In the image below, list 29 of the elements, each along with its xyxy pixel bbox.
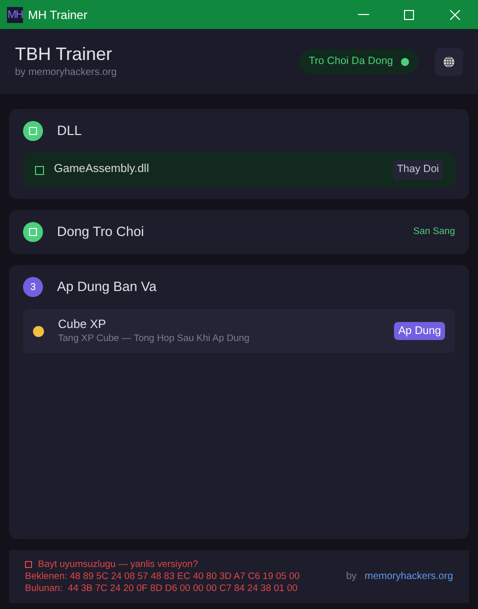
file-icon [35,166,44,174]
window-title: MH Trainer [28,6,88,24]
apply-button[interactable]: Ap Dung [394,322,445,340]
close-icon [450,10,460,20]
step-title: Dong Tro Choi [57,222,144,241]
minimize-icon [358,14,368,15]
app-title: TBH Trainer [15,42,114,64]
byte-line: Bulunan: 44 3B 7C 24 20 0F 8D D6 00 00 00 C7 84 24 38 01 00 [25,582,299,594]
file-name: GameAssembly.dll [54,162,150,178]
step-title: Ap Dung Ban Va [57,278,157,296]
error-title: Bayt uyumsuzlugu — yanlis versiyon? [38,558,198,570]
credit-label: by [346,570,357,584]
maximize-icon [404,10,414,20]
app-subtitle: by memoryhackers.org [15,66,117,80]
app-logo: MH [7,6,23,22]
patch-name: Cube XP [58,316,108,332]
language-button[interactable] [435,48,463,76]
step-status: San Sang [413,224,455,239]
step-number: 3 [23,277,43,297]
website-link[interactable]: memoryhackers.org [364,569,453,584]
globe-icon [443,56,455,68]
step-title: DLL [57,122,82,140]
status-label: Tro Choi Da Dong [308,54,393,69]
patch-description: Tang XP Cube — Tong Hop Sau Khi Ap Dung [58,332,250,346]
byte-line: Beklenen: 48 89 5C 24 08 57 48 83 EC 40 80 3D A7 C6 19 05 00 [25,570,300,582]
step-done-icon [23,121,43,141]
change-button[interactable]: Thay Doi [392,160,443,180]
warning-icon [25,561,32,568]
step-done-icon [23,222,43,242]
